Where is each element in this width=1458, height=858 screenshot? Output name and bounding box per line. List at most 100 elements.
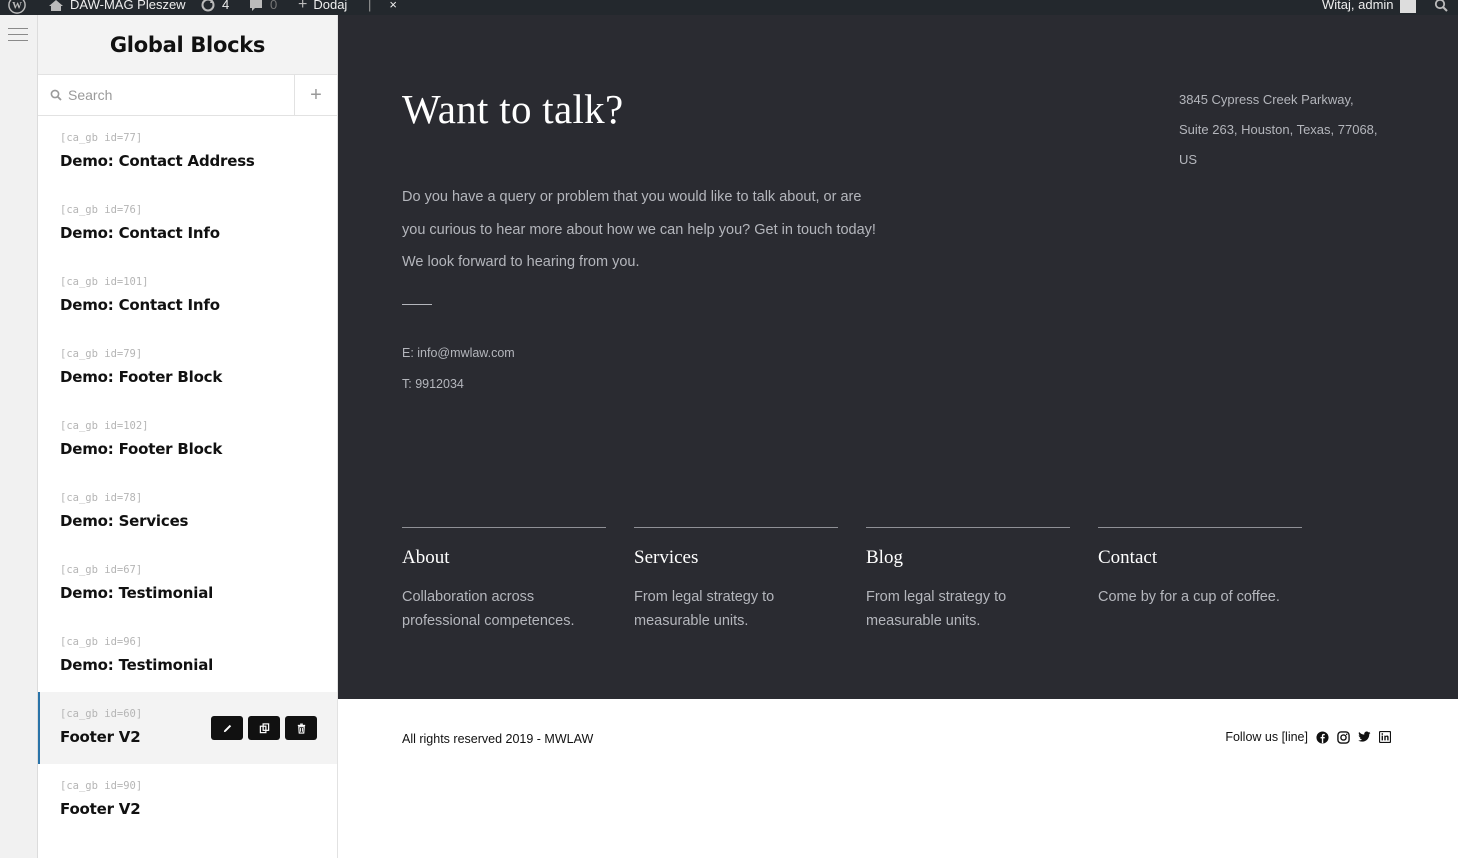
- block-title: Footer V2: [60, 800, 141, 818]
- admin-bar-site[interactable]: DAW-MAG Pleszew: [48, 0, 186, 14]
- instagram-icon[interactable]: [1336, 730, 1350, 744]
- address: 3845 Cypress Creek Parkway, Suite 263, H…: [1179, 85, 1394, 175]
- list-item[interactable]: [ca_gb id=79] Demo: Footer Block: [38, 332, 337, 404]
- column-title: About: [402, 547, 450, 568]
- admin-bar: W DAW-MAG Pleszew 4 0 + Dodaj | × Witaj,…: [0, 0, 1458, 15]
- linkedin-icon[interactable]: [1378, 730, 1392, 744]
- block-list: [ca_gb id=77] Demo: Contact Address [ca_…: [38, 116, 337, 836]
- block-title: Demo: Footer Block: [60, 368, 223, 386]
- block-shortcode: [ca_gb id=78]: [60, 492, 143, 504]
- search-icon[interactable]: [1434, 0, 1448, 14]
- footer-column-about: About Collaboration across professional …: [402, 527, 606, 633]
- list-item-active[interactable]: [ca_gb id=60] Footer V2: [38, 692, 337, 764]
- intro-line-2: you curious to hear more about how we ca…: [402, 221, 876, 238]
- column-rule: [1098, 527, 1302, 528]
- admin-bar-account[interactable]: Witaj, admin: [1322, 0, 1416, 14]
- footer-column-contact: Contact Come by for a cup of coffee.: [1098, 527, 1302, 609]
- delete-button[interactable]: [285, 716, 317, 740]
- close-icon[interactable]: ×: [389, 0, 397, 14]
- follow-us: Follow us [line]: [1225, 730, 1392, 744]
- divider: [402, 304, 432, 305]
- copy-icon: [259, 722, 269, 733]
- search-row: +: [38, 75, 337, 116]
- pencil-icon: [223, 724, 231, 732]
- block-shortcode: [ca_gb id=96]: [60, 636, 143, 648]
- address-line-1: 3845 Cypress Creek Parkway,: [1179, 92, 1354, 107]
- list-item[interactable]: [ca_gb id=90] Footer V2: [38, 764, 337, 836]
- column-rule: [866, 527, 1070, 528]
- admin-bar-extra[interactable]: | ×: [368, 0, 397, 14]
- column-text: From legal strategy to measurable units.: [866, 589, 1007, 629]
- svg-text:W: W: [12, 1, 22, 12]
- search-box[interactable]: [38, 75, 295, 115]
- footer-column-blog: Blog From legal strategy to measurable u…: [866, 527, 1070, 633]
- list-item[interactable]: [ca_gb id=78] Demo: Services: [38, 476, 337, 548]
- panel-title: Global Blocks: [109, 32, 266, 57]
- block-actions: [211, 716, 317, 740]
- block-title: Demo: Footer Block: [60, 440, 223, 458]
- block-shortcode: [ca_gb id=67]: [60, 564, 143, 576]
- admin-bar-new[interactable]: + Dodaj: [298, 0, 347, 14]
- block-shortcode: [ca_gb id=77]: [60, 132, 143, 144]
- updates-count: 4: [222, 0, 230, 12]
- list-item[interactable]: [ca_gb id=76] Demo: Contact Info: [38, 188, 337, 260]
- greeting: Witaj, admin: [1322, 0, 1394, 12]
- intro-line-3: We look forward to hearing from you.: [402, 254, 640, 270]
- column-text: From legal strategy to measurable units.: [634, 589, 775, 629]
- twitter-icon[interactable]: [1357, 730, 1371, 744]
- duplicate-button[interactable]: [248, 716, 280, 740]
- updates-icon: [201, 0, 215, 12]
- block-title: Demo: Services: [60, 512, 189, 530]
- comments-count: 0: [270, 0, 278, 12]
- list-item[interactable]: [ca_gb id=102] Demo: Footer Block: [38, 404, 337, 476]
- block-title: Demo: Contact Info: [60, 296, 220, 314]
- block-shortcode: [ca_gb id=102]: [60, 420, 149, 432]
- hero-title: Want to talk?: [402, 86, 624, 132]
- address-line-2: Suite 263, Houston, Texas, 77068, US: [1179, 122, 1378, 167]
- admin-bar-updates[interactable]: 4: [200, 0, 229, 14]
- block-shortcode: [ca_gb id=101]: [60, 276, 149, 288]
- block-title: Demo: Contact Info: [60, 224, 220, 242]
- contact-phone: T: 9912034: [402, 377, 464, 391]
- block-shortcode: [ca_gb id=90]: [60, 780, 143, 792]
- intro-text: Do you have a query or problem that you …: [402, 181, 902, 279]
- block-shortcode: [ca_gb id=76]: [60, 204, 143, 216]
- admin-bar-comments[interactable]: 0: [248, 0, 277, 14]
- avatar: [1399, 0, 1416, 13]
- block-shortcode: [ca_gb id=79]: [60, 348, 143, 360]
- wordpress-logo-icon[interactable]: W: [8, 0, 26, 14]
- menu-icon[interactable]: [8, 28, 28, 42]
- follow-label: Follow us [line]: [1225, 730, 1308, 744]
- block-title: Demo: Contact Address: [60, 152, 255, 170]
- left-strip: [0, 15, 38, 858]
- contact-section: Want to talk? 3845 Cypress Creek Parkway…: [338, 15, 1458, 699]
- list-item[interactable]: [ca_gb id=101] Demo: Contact Info: [38, 260, 337, 332]
- new-label: Dodaj: [313, 0, 348, 12]
- column-title: Blog: [866, 547, 903, 568]
- add-block-button[interactable]: +: [295, 75, 337, 115]
- edit-button[interactable]: [211, 716, 243, 740]
- footer-bar: All rights reserved 2019 - MWLAW Follow …: [338, 699, 1458, 779]
- contact-email[interactable]: E: info@mwlaw.com: [402, 346, 515, 360]
- block-title: Demo: Testimonial: [60, 656, 214, 674]
- separator-icon: |: [368, 0, 372, 12]
- facebook-icon[interactable]: [1315, 730, 1329, 744]
- copyright: All rights reserved 2019 - MWLAW: [402, 732, 594, 746]
- column-text: Come by for a cup of coffee.: [1098, 589, 1280, 605]
- column-rule: [402, 527, 606, 528]
- list-item[interactable]: [ca_gb id=77] Demo: Contact Address: [38, 116, 337, 188]
- list-item[interactable]: [ca_gb id=67] Demo: Testimonial: [38, 548, 337, 620]
- block-title: Demo: Testimonial: [60, 584, 214, 602]
- intro-line-1: Do you have a query or problem that you …: [402, 189, 862, 205]
- list-item[interactable]: [ca_gb id=96] Demo: Testimonial: [38, 620, 337, 692]
- panel-header: Global Blocks: [38, 15, 337, 75]
- site-name: DAW-MAG Pleszew: [70, 0, 186, 12]
- comment-icon: [250, 0, 262, 11]
- column-rule: [634, 527, 838, 528]
- column-title: Contact: [1098, 547, 1158, 568]
- home-icon: [49, 0, 63, 11]
- trash-icon: [297, 723, 305, 734]
- search-input[interactable]: [68, 87, 268, 103]
- global-blocks-panel: Global Blocks + [ca_gb id=77] Demo: Cont…: [38, 15, 338, 858]
- column-text: Collaboration across professional compet…: [402, 589, 575, 629]
